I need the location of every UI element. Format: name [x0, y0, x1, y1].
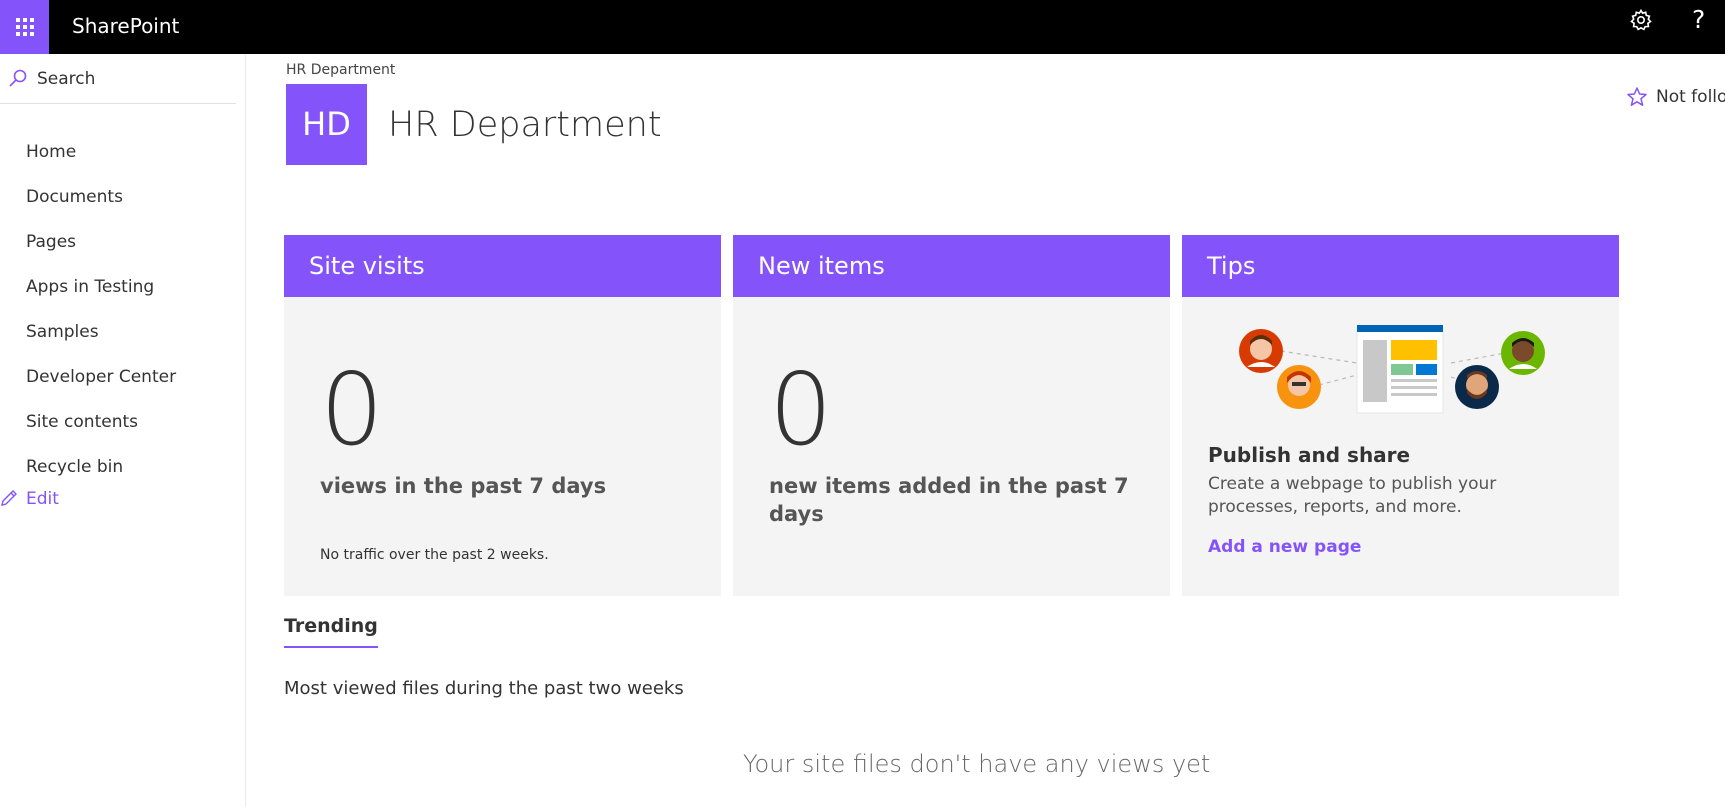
tips-body: Create a webpage to publish your process…: [1208, 474, 1497, 517]
site-visits-count: 0: [320, 351, 384, 468]
empty-state-message: Your site files don't have any views yet: [743, 750, 1211, 778]
pencil-icon: [1, 490, 17, 506]
suite-bar: SharePoint ?: [0, 0, 1725, 54]
nav-item-home[interactable]: Home: [0, 130, 245, 175]
new-items-caption: new items added in the past 7 days: [769, 474, 1129, 526]
card-header: Site visits: [284, 235, 721, 297]
page-title[interactable]: HR Department: [388, 102, 662, 148]
document-icon: [1356, 325, 1444, 414]
search-box[interactable]: Search: [0, 54, 236, 104]
nav-item-apps-in-testing[interactable]: Apps in Testing: [0, 265, 245, 310]
person-icon-1: [1239, 329, 1283, 373]
tab-trending[interactable]: Trending: [284, 612, 378, 648]
app-name-link[interactable]: SharePoint: [72, 11, 179, 41]
card-title: Site visits: [309, 252, 425, 280]
new-items-count: 0: [769, 351, 833, 468]
person-icon-2: [1277, 365, 1321, 409]
nav-list: Home Documents Pages Apps in Testing Sam…: [0, 130, 245, 490]
follow-button[interactable]: Not following: [1626, 84, 1725, 112]
card-title: Tips: [1207, 252, 1256, 280]
site-logo[interactable]: HD: [286, 84, 367, 165]
card-title: New items: [758, 252, 885, 280]
help-icon[interactable]: ?: [1692, 3, 1705, 37]
follow-label: Not following: [1656, 87, 1725, 107]
search-icon: [9, 69, 27, 87]
edit-links-button[interactable]: Edit: [0, 481, 200, 517]
card-header: New items: [733, 235, 1170, 297]
tips-heading: Publish and share: [1208, 443, 1411, 467]
star-icon: [1627, 87, 1647, 106]
breadcrumb[interactable]: HR Department: [286, 60, 395, 80]
edit-label: Edit: [26, 489, 59, 509]
nav-item-site-contents[interactable]: Site contents: [0, 400, 245, 445]
tips-card: Tips Publish and share Create a webpage …: [1182, 235, 1619, 596]
add-new-page-link[interactable]: Add a new page: [1208, 535, 1361, 559]
person-icon-4: [1501, 331, 1545, 375]
search-label: Search: [37, 69, 96, 89]
person-icon-3: [1455, 365, 1499, 409]
nav-item-pages[interactable]: Pages: [0, 220, 245, 265]
card-header: Tips: [1182, 235, 1619, 297]
nav-item-documents[interactable]: Documents: [0, 175, 245, 220]
waffle-icon: [15, 18, 34, 36]
gear-icon[interactable]: [1629, 8, 1653, 32]
trending-description: Most viewed files during the past two we…: [284, 678, 684, 699]
nav-item-samples[interactable]: Samples: [0, 310, 245, 355]
site-visits-caption: views in the past 7 days: [320, 474, 607, 498]
new-items-card: New items 0 new items added in the past …: [733, 235, 1170, 596]
nav-item-developer-center[interactable]: Developer Center: [0, 355, 245, 400]
site-visits-card: Site visits 0 views in the past 7 days N…: [284, 235, 721, 596]
publish-illustration: [1239, 325, 1545, 414]
traffic-note: No traffic over the past 2 weeks.: [320, 547, 549, 563]
app-launcher-button[interactable]: [0, 0, 49, 54]
left-navigation: Search Home Documents Pages Apps in Test…: [0, 54, 246, 807]
